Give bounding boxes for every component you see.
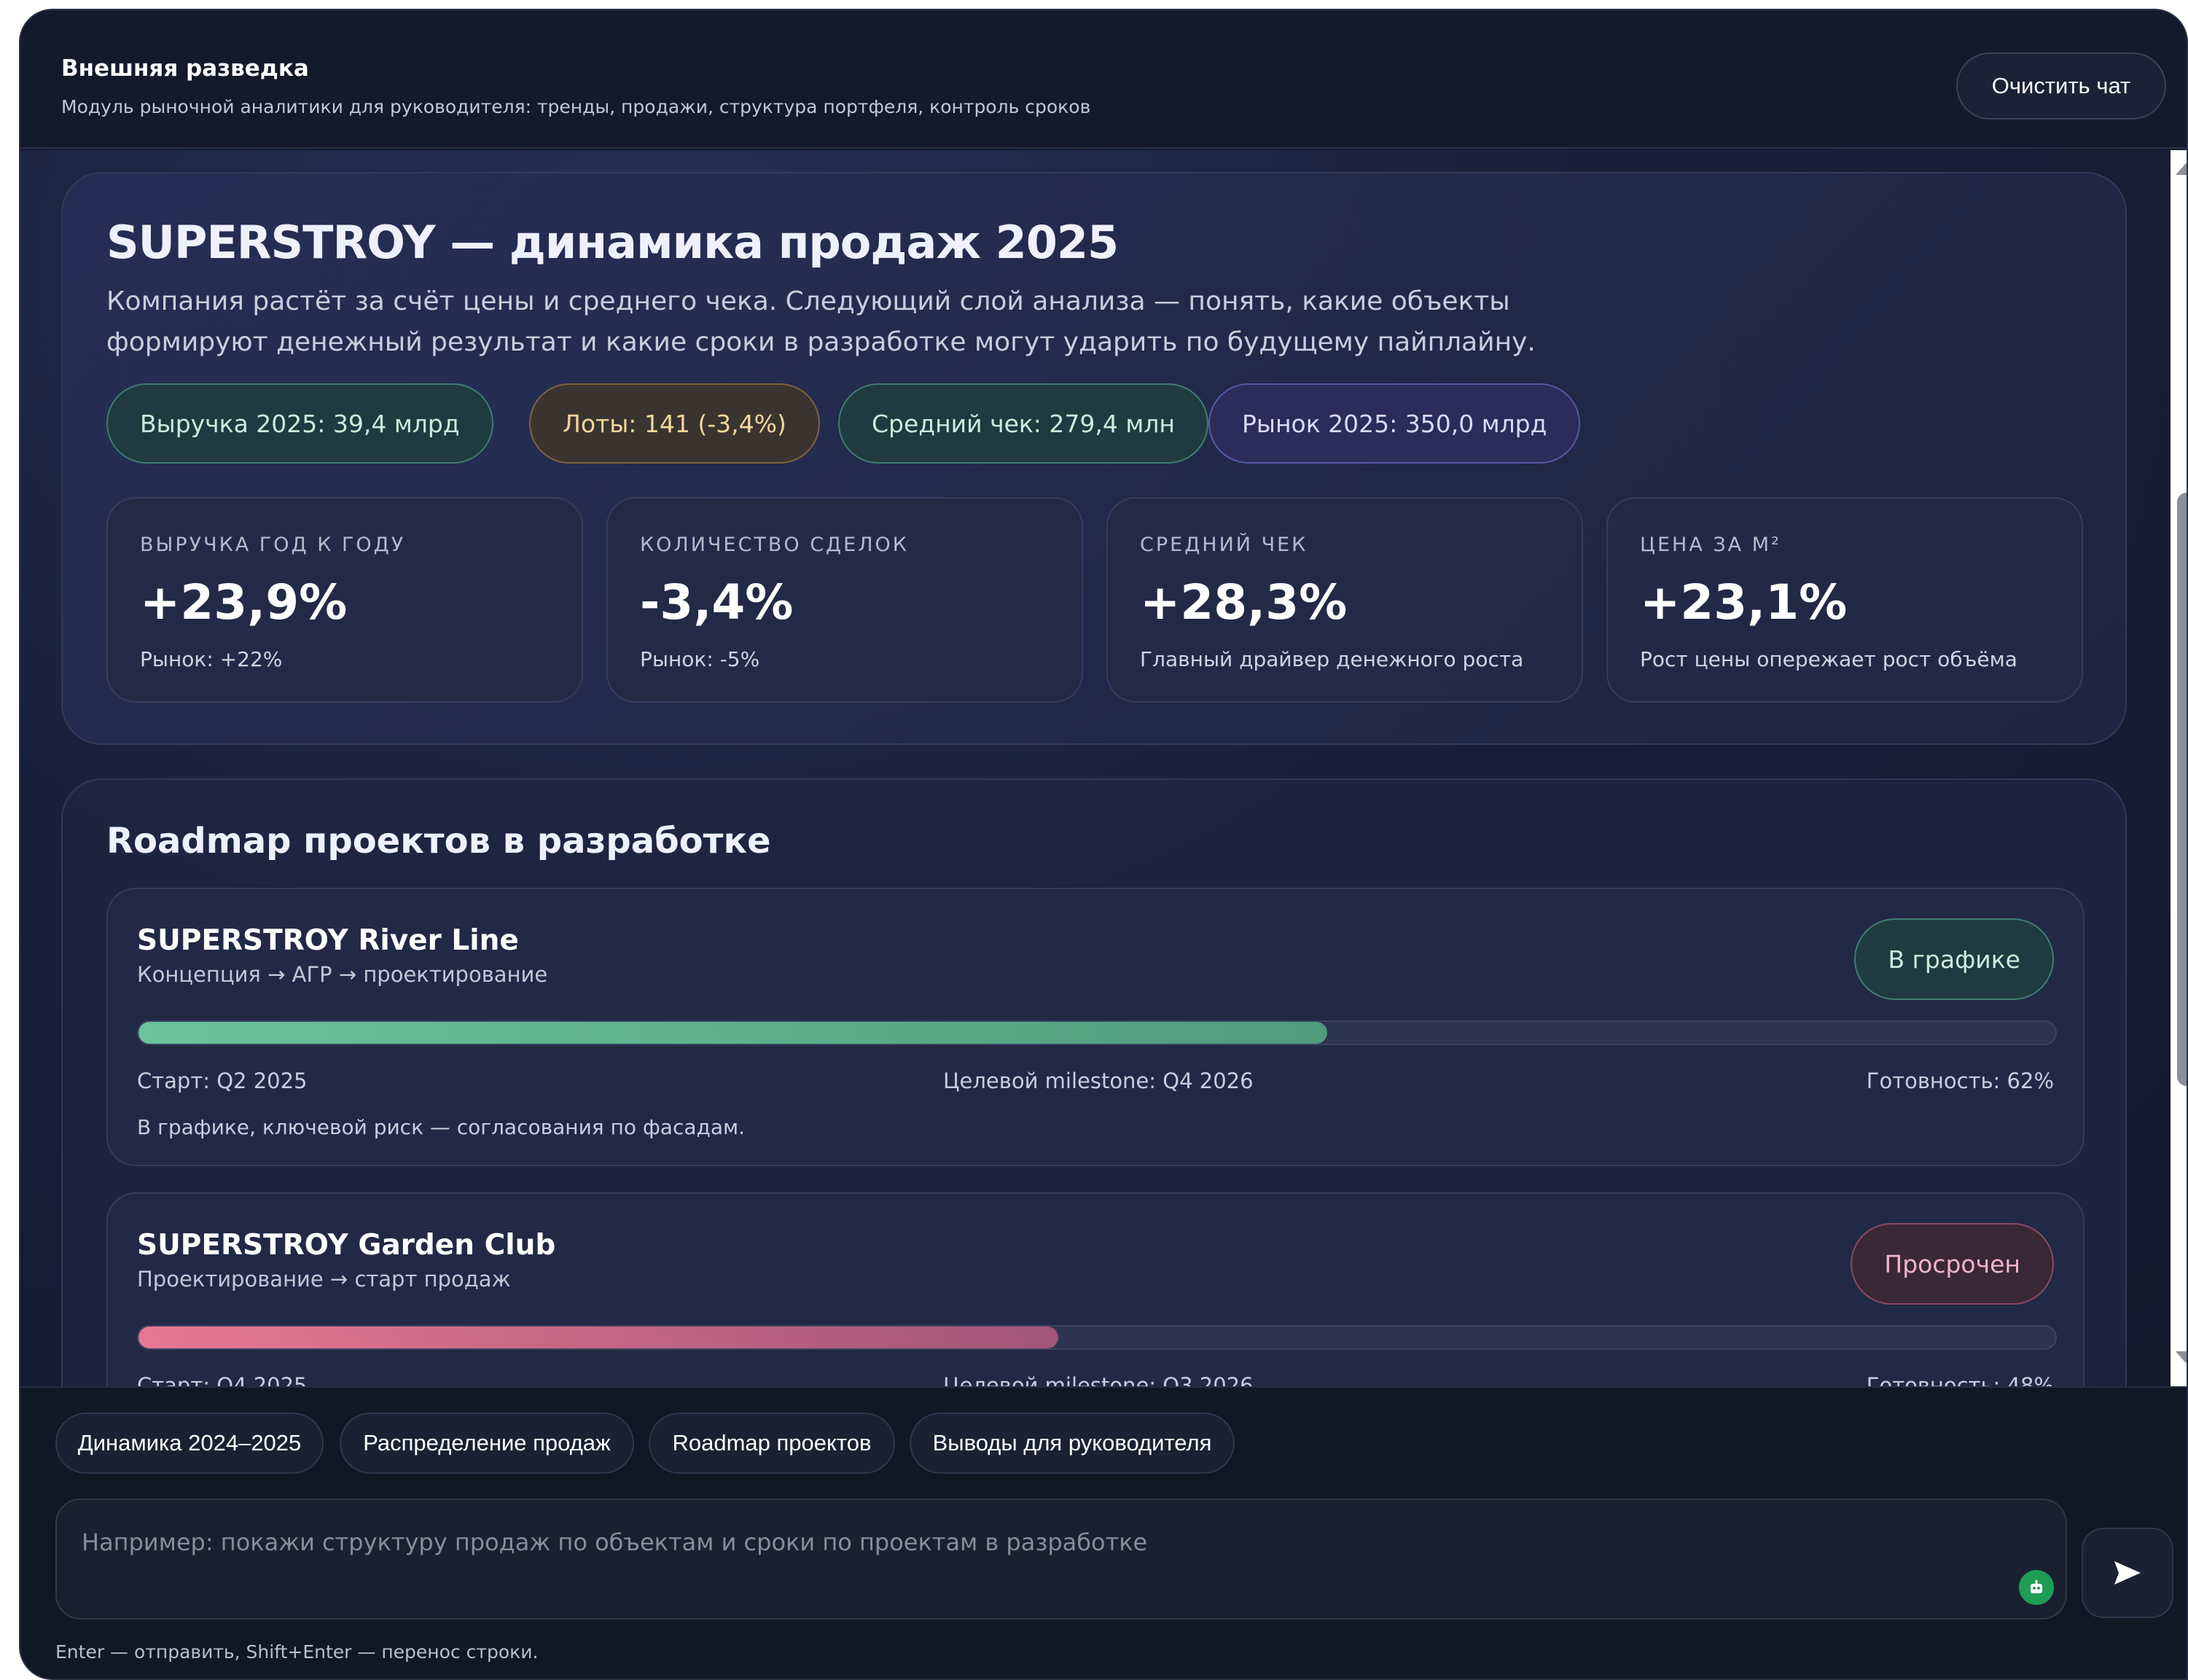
scroll-up-arrow-icon[interactable] (2176, 163, 2187, 175)
send-button[interactable] (2082, 1528, 2173, 1618)
scroll-down-arrow-icon[interactable] (2176, 1351, 2187, 1363)
scroll-thumb[interactable] (2177, 493, 2187, 1086)
kpi-note: Рынок: -5% (640, 647, 760, 671)
kpi-value: +23,1% (1640, 574, 1848, 630)
progress-bar (137, 1020, 2057, 1045)
roadmap-card: Roadmap проектов в разработке SUPERSTROY… (61, 778, 2127, 1386)
kpi-card-price-per-sqm: ЦЕНА ЗА М² +23,1% Рост цены опережает ро… (1606, 497, 2083, 703)
app-title: Внешняя разведка (61, 55, 309, 82)
progress-fill (138, 1022, 1327, 1044)
project-note: В графике, ключевой риск — согласования … (137, 1115, 746, 1139)
avg-check-pill: Средний чек: 279,4 млн (838, 383, 1208, 464)
kpi-card-deals: КОЛИЧЕСТВО СДЕЛОК -3,4% Рынок: -5% (606, 497, 1083, 703)
project-milestone: Целевой milestone: Q3 2026 (943, 1373, 1254, 1386)
keyboard-hint: Enter — отправить, Shift+Enter — перенос… (55, 1641, 539, 1663)
kpi-card-revenue: ВЫРУЧКА ГОД К ГОДУ +23,9% Рынок: +22% (106, 497, 583, 703)
quick-action-conclusions[interactable]: Выводы для руководителя (910, 1413, 1235, 1474)
kpi-value: +28,3% (1140, 574, 1348, 630)
progress-fill (138, 1327, 1059, 1348)
kpi-value: -3,4% (640, 574, 794, 630)
header: Внешняя разведка Модуль рыночной аналити… (20, 10, 2187, 149)
lots-pill: Лоты: 141 (-3,4%) (529, 383, 820, 464)
project-card-garden-club: SUPERSTROY Garden Club Проектирование → … (106, 1192, 2085, 1386)
status-badge: В графике (1854, 918, 2054, 1000)
kpi-note: Рост цены опережает рост объёма (1640, 647, 2017, 671)
kpi-note: Рынок: +22% (140, 647, 283, 671)
message-composer[interactable] (55, 1499, 2067, 1620)
clear-chat-button[interactable]: Очистить чат (1956, 52, 2166, 120)
summary-title: SUPERSTROY — динамика продаж 2025 (106, 216, 1119, 269)
project-name: SUPERSTROY Garden Club (137, 1229, 556, 1262)
project-card-river-line: SUPERSTROY River Line Концепция → АГР → … (106, 888, 2085, 1166)
project-milestone: Целевой milestone: Q4 2026 (943, 1068, 1254, 1093)
kpi-label: ВЫРУЧКА ГОД К ГОДУ (140, 534, 406, 556)
roadmap-title: Roadmap проектов в разработке (106, 821, 771, 862)
kpi-label: ЦЕНА ЗА М² (1640, 534, 1781, 556)
market-pill: Рынок 2025: 350,0 млрд (1208, 383, 1581, 464)
project-phases: Проектирование → старт продаж (137, 1267, 511, 1292)
kpi-label: СРЕДНИЙ ЧЕК (1140, 534, 1308, 556)
chat-scroll-area[interactable]: SUPERSTROY — динамика продаж 2025 Компан… (20, 150, 2171, 1386)
bot-icon (2019, 1570, 2054, 1605)
project-readiness: Готовность: 48% (1866, 1373, 2054, 1386)
quick-action-dynamics[interactable]: Динамика 2024–2025 (55, 1413, 324, 1474)
summary-description: Компания растёт за счёт цены и среднего … (106, 286, 1536, 357)
app-subtitle: Модуль рыночной аналитики для руководите… (61, 96, 1091, 117)
project-start: Старт: Q2 2025 (137, 1068, 308, 1093)
project-readiness: Готовность: 62% (1866, 1068, 2054, 1093)
kpi-note: Главный драйвер денежного роста (1140, 647, 1524, 671)
progress-bar (137, 1325, 2057, 1350)
sales-summary-card: SUPERSTROY — динамика продаж 2025 Компан… (61, 172, 2127, 745)
revenue-pill: Выручка 2025: 39,4 млрд (106, 383, 493, 464)
quick-action-sales-distribution[interactable]: Распределение продаж (340, 1413, 634, 1474)
project-name: SUPERSTROY River Line (137, 924, 519, 957)
kpi-card-avg-check: СРЕДНИЙ ЧЕК +28,3% Главный драйвер денеж… (1106, 497, 1583, 703)
kpi-value: +23,9% (140, 574, 348, 630)
message-input[interactable] (82, 1526, 1977, 1558)
project-phases: Концепция → АГР → проектирование (137, 962, 548, 987)
composer-panel: Динамика 2024–2025 Распределение продаж … (20, 1386, 2187, 1679)
quick-action-roadmap[interactable]: Roadmap проектов (649, 1413, 895, 1474)
project-start: Старт: Q4 2025 (137, 1373, 308, 1386)
send-icon (2114, 1561, 2141, 1585)
kpi-label: КОЛИЧЕСТВО СДЕЛОК (640, 534, 909, 556)
app-window: Внешняя разведка Модуль рыночной аналити… (19, 9, 2188, 1680)
status-badge: Просрочен (1851, 1223, 2054, 1305)
